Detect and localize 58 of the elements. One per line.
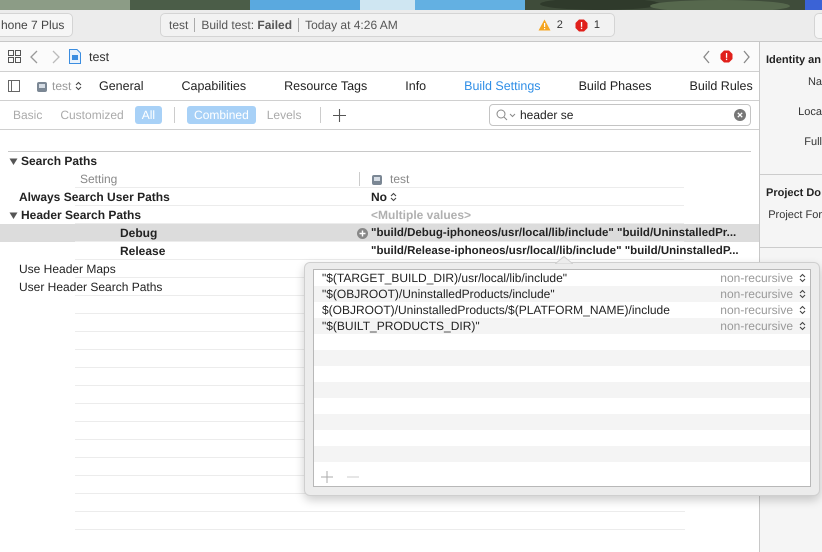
warning-icon (538, 19, 551, 31)
build-status: Build test: Failed (201, 18, 292, 32)
setting-value: <Multiple values> (371, 208, 472, 222)
tab[interactable]: General (99, 79, 144, 93)
section-title: Search Paths (21, 154, 98, 168)
configuration-name: Debug (120, 226, 158, 240)
column-header: Setting (80, 172, 118, 186)
error-icon (574, 18, 588, 32)
scheme-button[interactable]: hone 7 Plus (0, 13, 74, 37)
app-target-icon[interactable] (36, 80, 48, 92)
stepper-icon (799, 273, 806, 283)
search-icon (496, 109, 516, 121)
disclosure-triangle-icon[interactable] (9, 210, 18, 220)
setting-name: Use Header Maps (19, 262, 116, 276)
search-field[interactable]: header se (489, 104, 751, 126)
path-entry[interactable]: $(OBJROOT)/UninstalledProducts/$(PLATFORM_NAME)/include (322, 303, 720, 317)
path-entry[interactable]: "$(BUILT_PRODUCTS_DIR)" (322, 319, 720, 333)
grid-icon[interactable] (8, 50, 21, 63)
clear-icon[interactable] (734, 109, 746, 121)
inspector-field-label: Project For (767, 209, 822, 221)
tab[interactable]: Resource Tags (284, 79, 368, 93)
disclosure-triangle-icon[interactable] (9, 156, 18, 166)
setting-name: Always Search User Paths (19, 190, 170, 204)
sidebar-toggle-icon[interactable] (8, 80, 20, 92)
inspector-section-title: Project Do (766, 187, 822, 199)
stepper-icon (75, 81, 82, 91)
forward-icon[interactable] (741, 50, 751, 64)
app-target-icon (371, 172, 383, 186)
inspector-section-title: Identity an (766, 54, 822, 66)
stepper-icon (799, 321, 806, 331)
back-icon[interactable] (702, 50, 712, 64)
jump-bar-file[interactable]: test (89, 50, 110, 64)
tab[interactable]: Build Phases (578, 79, 652, 93)
inspector-field-label: Loca (797, 106, 822, 118)
tab[interactable]: Build Rules (690, 79, 753, 93)
tab[interactable]: Info (405, 79, 426, 93)
column-header: test (390, 172, 410, 186)
path-entry[interactable]: "$(OBJROOT)/UninstalledProducts/include" (322, 287, 720, 301)
inspector-field-label: Full (803, 136, 822, 148)
stepper-icon (799, 305, 806, 315)
setting-value[interactable]: No (371, 190, 387, 204)
setting-value[interactable]: "build/Release-iphoneos/usr/local/lib/include" "build/UninstalledP... (371, 245, 739, 257)
error-count: 1 (594, 19, 600, 31)
tab[interactable]: Capabilities (181, 79, 246, 93)
stepper-icon (799, 289, 806, 299)
activity-project: test (169, 18, 188, 32)
warning-count: 2 (556, 19, 563, 31)
setting-name: User Header Search Paths (19, 280, 162, 294)
path-entry[interactable]: "$(TARGET_BUILD_DIR)/usr/local/lib/include" (322, 271, 720, 285)
error-icon (720, 50, 733, 63)
build-time: Today at 4:26 AM (305, 18, 398, 32)
setting-value[interactable]: "build/Debug-iphoneos/usr/local/lib/include" "build/UninstalledPr... (371, 227, 736, 239)
add-icon[interactable] (333, 108, 346, 122)
configuration-name: Release (120, 244, 166, 258)
document-icon[interactable] (69, 49, 81, 64)
setting-name: Header Search Paths (21, 208, 142, 222)
add-circle-icon[interactable] (357, 228, 368, 238)
inspector-field-label: Na (806, 76, 822, 88)
